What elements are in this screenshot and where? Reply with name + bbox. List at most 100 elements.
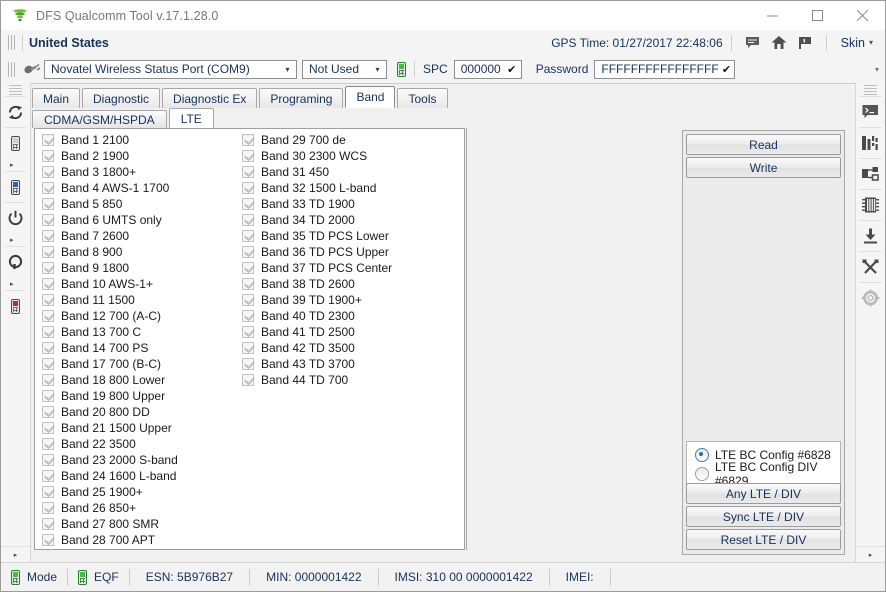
phone-gray-icon[interactable] bbox=[1, 128, 30, 158]
checkbox-checked-icon[interactable] bbox=[242, 278, 254, 290]
mode-status[interactable]: Mode bbox=[1, 563, 67, 591]
eqf-status[interactable]: EQF bbox=[68, 563, 129, 591]
toolbar-overflow-icon[interactable]: ▾ bbox=[875, 65, 885, 74]
checkbox-checked-icon[interactable] bbox=[42, 166, 54, 178]
minimize-button[interactable] bbox=[750, 1, 795, 30]
checkbox-checked-icon[interactable] bbox=[242, 166, 254, 178]
password-input[interactable]: FFFFFFFFFFFFFFFF ✔ bbox=[594, 59, 736, 79]
checkbox-checked-icon[interactable] bbox=[242, 150, 254, 162]
checkbox-checked-icon[interactable] bbox=[242, 134, 254, 146]
left-rail-overflow[interactable]: ▸ bbox=[1, 546, 30, 563]
band-checkbox-row[interactable]: Band 13 700 C bbox=[42, 324, 178, 340]
checkbox-checked-icon[interactable] bbox=[242, 374, 254, 386]
checkbox-checked-icon[interactable] bbox=[42, 278, 54, 290]
band-checkbox-row[interactable]: Band 7 2600 bbox=[42, 228, 178, 244]
lte-bc-config-div-option[interactable]: LTE BC Config DIV #6829 bbox=[687, 460, 840, 488]
port-select[interactable]: Novatel Wireless Status Port (COM9) ▾ bbox=[44, 59, 297, 79]
checkbox-checked-icon[interactable] bbox=[42, 246, 54, 258]
plug-icon[interactable] bbox=[22, 62, 40, 77]
phone-blue-icon[interactable] bbox=[1, 172, 30, 202]
checkbox-checked-icon[interactable] bbox=[42, 342, 54, 354]
sync-lte-div-button[interactable]: Sync LTE / DIV bbox=[686, 506, 841, 527]
checkbox-checked-icon[interactable] bbox=[42, 214, 54, 226]
refresh-icon[interactable] bbox=[1, 97, 30, 127]
checkbox-checked-icon[interactable] bbox=[242, 230, 254, 242]
checkbox-checked-icon[interactable] bbox=[42, 518, 54, 530]
checkbox-checked-icon[interactable] bbox=[242, 182, 254, 194]
checkbox-checked-icon[interactable] bbox=[42, 534, 54, 546]
read-button[interactable]: Read bbox=[686, 134, 841, 155]
band-checkbox-row[interactable]: Band 11 1500 bbox=[42, 292, 178, 308]
band-checkbox-row[interactable]: Band 12 700 (A-C) bbox=[42, 308, 178, 324]
band-checkbox-row[interactable]: Band 1 2100 bbox=[42, 132, 178, 148]
checkbox-checked-icon[interactable] bbox=[42, 326, 54, 338]
left-toolbar-grip[interactable] bbox=[9, 85, 22, 96]
band-checkbox-row[interactable]: Band 3 1800+ bbox=[42, 164, 178, 180]
tab-programing[interactable]: Programing bbox=[259, 88, 344, 108]
phone-red-icon[interactable] bbox=[1, 291, 30, 321]
band-checkbox-row[interactable]: Band 35 TD PCS Lower bbox=[242, 228, 392, 244]
right-toolbar-grip[interactable] bbox=[864, 85, 877, 96]
qualcomm-q-icon[interactable] bbox=[1, 247, 30, 277]
maximize-button[interactable] bbox=[795, 1, 840, 30]
subtab-cdma-gsm-hspda[interactable]: CDMA/GSM/HSPDA bbox=[32, 110, 167, 129]
checkbox-checked-icon[interactable] bbox=[242, 326, 254, 338]
checkbox-checked-icon[interactable] bbox=[42, 422, 54, 434]
write-button[interactable]: Write bbox=[686, 157, 841, 178]
band-checkbox-row[interactable]: Band 32 1500 L-band bbox=[242, 180, 392, 196]
band-checkbox-row[interactable]: Band 24 1600 L-band bbox=[42, 468, 178, 484]
checkbox-checked-icon[interactable] bbox=[42, 374, 54, 386]
check-icon[interactable]: ✔ bbox=[503, 63, 521, 76]
port-toolbar-grip[interactable] bbox=[8, 61, 16, 77]
band-checkbox-row[interactable]: Band 5 850 bbox=[42, 196, 178, 212]
spc-input[interactable]: 000000 ✔ bbox=[453, 59, 522, 79]
checkbox-checked-icon[interactable] bbox=[42, 134, 54, 146]
chevron-down-icon[interactable]: ▾ bbox=[869, 38, 873, 47]
band-checkbox-row[interactable]: Band 27 800 SMR bbox=[42, 516, 178, 532]
checkbox-checked-icon[interactable] bbox=[42, 262, 54, 274]
checkbox-checked-icon[interactable] bbox=[42, 182, 54, 194]
tree-hierarchy-icon[interactable] bbox=[856, 159, 885, 189]
checkbox-checked-icon[interactable] bbox=[242, 294, 254, 306]
check-icon[interactable]: ✔ bbox=[719, 63, 735, 76]
checkbox-checked-icon[interactable] bbox=[42, 294, 54, 306]
band-checkbox-row[interactable]: Band 28 700 APT bbox=[42, 532, 178, 548]
tab-main[interactable]: Main bbox=[32, 88, 81, 108]
checkbox-checked-icon[interactable] bbox=[42, 230, 54, 242]
checkbox-checked-icon[interactable] bbox=[242, 198, 254, 210]
checkbox-checked-icon[interactable] bbox=[42, 198, 54, 210]
reset-lte-div-button[interactable]: Reset LTE / DIV bbox=[686, 529, 841, 550]
flag-icon[interactable] bbox=[792, 32, 818, 54]
band-checkbox-row[interactable]: Band 23 2000 S-band bbox=[42, 452, 178, 468]
secondary-port-select[interactable]: Not Used ▾ bbox=[302, 59, 387, 79]
band-checkbox-row[interactable]: Band 6 UMTS only bbox=[42, 212, 178, 228]
tools-icon[interactable] bbox=[856, 252, 885, 282]
tab-diagnostic[interactable]: Diagnostic bbox=[82, 88, 161, 108]
checkbox-checked-icon[interactable] bbox=[42, 358, 54, 370]
checkbox-checked-icon[interactable] bbox=[242, 358, 254, 370]
checkbox-checked-icon[interactable] bbox=[42, 390, 54, 402]
band-checkbox-row[interactable]: Band 43 TD 3700 bbox=[242, 356, 392, 372]
tab-band[interactable]: Band bbox=[345, 86, 396, 108]
qualcomm-submenu-expander[interactable]: ▸ bbox=[1, 277, 30, 290]
phone-gray-submenu-expander[interactable]: ▸ bbox=[1, 158, 30, 171]
checkbox-checked-icon[interactable] bbox=[42, 150, 54, 162]
checkbox-checked-icon[interactable] bbox=[42, 502, 54, 514]
power-icon[interactable] bbox=[1, 203, 30, 233]
checkbox-checked-icon[interactable] bbox=[42, 406, 54, 418]
band-checkbox-row[interactable]: Band 30 2300 WCS bbox=[242, 148, 392, 164]
right-rail-overflow[interactable]: ▸ bbox=[856, 546, 885, 563]
band-checkbox-row[interactable]: Band 18 800 Lower bbox=[42, 372, 178, 388]
band-checkbox-row[interactable]: Band 17 700 (B-C) bbox=[42, 356, 178, 372]
band-checkbox-row[interactable]: Band 14 700 PS bbox=[42, 340, 178, 356]
bar-chart-icon[interactable] bbox=[856, 128, 885, 158]
band-checkbox-row[interactable]: Band 4 AWS-1 1700 bbox=[42, 180, 178, 196]
close-button[interactable] bbox=[840, 1, 885, 30]
tab-diagnostic-ex[interactable]: Diagnostic Ex bbox=[162, 88, 258, 108]
band-checkbox-row[interactable]: Band 44 TD 700 bbox=[242, 372, 392, 388]
band-checkbox-row[interactable]: Band 38 TD 2600 bbox=[242, 276, 392, 292]
download-icon[interactable] bbox=[856, 221, 885, 251]
checkbox-checked-icon[interactable] bbox=[242, 342, 254, 354]
band-checkbox-row[interactable]: Band 39 TD 1900+ bbox=[242, 292, 392, 308]
console-icon[interactable] bbox=[856, 97, 885, 127]
